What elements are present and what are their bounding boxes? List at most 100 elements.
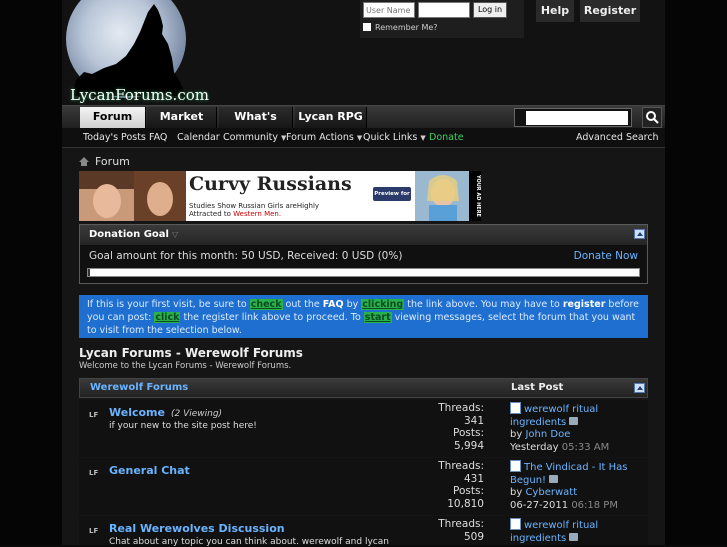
forum-section-name[interactable]: Werewolf Forums [90, 382, 188, 393]
sub-navbar: Today's Posts FAQ Calendar Community ▼ F… [62, 128, 665, 148]
notice-text: the register link above to proceed. To [183, 312, 361, 323]
forum-description: Chat about any topic you can think about… [109, 537, 389, 547]
forum-actions-label: Forum Actions [286, 132, 354, 143]
ad-preview-button[interactable]: Preview for FREE [373, 187, 411, 211]
document-icon [510, 402, 521, 414]
tab-market[interactable]: Market [147, 107, 217, 128]
forum-stats: Threads: 341 Posts: 5,994 [434, 402, 484, 452]
welcome-notice: If this is your first visit, be sure to … [79, 295, 648, 338]
login-button[interactable]: Log in [473, 2, 507, 18]
notice-link-check[interactable]: check [249, 299, 283, 310]
collapse-icon[interactable] [634, 383, 645, 393]
last-post-user-link[interactable]: John Doe [525, 429, 570, 440]
forum-status-icon: LF [89, 527, 99, 535]
page: LycanForums.com Log in Remember Me? Help… [62, 0, 665, 547]
forum-name: Welcome [109, 406, 165, 419]
threads-count: 341 [463, 414, 484, 427]
calendar-link[interactable]: Calendar [177, 132, 220, 143]
forum-actions-menu[interactable]: Forum Actions ▼ [286, 132, 362, 143]
search-input[interactable] [526, 111, 628, 125]
last-post-time: 06:18 PM [571, 499, 618, 511]
faq-link[interactable]: FAQ [149, 132, 167, 143]
threads-label: Threads: [438, 518, 484, 530]
forum-section-header: Werewolf Forums Last Post [79, 378, 648, 398]
forum-name: Real Werewolves Discussion [109, 522, 285, 535]
remember-me[interactable]: Remember Me? [363, 23, 438, 32]
last-post-title[interactable]: werewolf ritual ingredients [510, 404, 598, 428]
tab-forum[interactable]: Forum [80, 107, 146, 128]
last-post: The Vindicad - It Has Begun! by Cyberwat… [510, 460, 645, 512]
posts-count: 5,994 [453, 439, 484, 452]
site-logo[interactable]: LycanForums.com [64, 0, 214, 104]
quick-links-menu[interactable]: Quick Links ▼ [363, 132, 426, 143]
search-icon [646, 111, 659, 124]
forum-title: Lycan Forums - Werewolf Forums [79, 346, 303, 360]
last-post-date: 06-27-2011 [510, 499, 569, 511]
last-post: werewolf ritual ingredients by John Doe … [510, 402, 645, 454]
last-post-header: Last Post [511, 382, 564, 393]
posts-count: 10,810 [447, 497, 484, 510]
chevron-down-icon[interactable]: ▽ [172, 230, 178, 239]
ad-side-label: YOUR AD HERE [469, 171, 481, 221]
notice-faq-link[interactable]: FAQ [323, 299, 344, 310]
forum-row: LF Welcome (2 Viewing) if your new to the… [79, 400, 648, 457]
donation-goal-header: Donation Goal ▽ [80, 225, 647, 245]
notice-link-clicking[interactable]: clicking [361, 299, 405, 310]
login-form: Log in Remember Me? [360, 0, 524, 38]
home-icon[interactable] [79, 157, 89, 166]
viewing-count: (2 Viewing) [170, 409, 223, 419]
password-input[interactable] [418, 2, 470, 18]
notice-link-click[interactable]: click [154, 312, 181, 323]
register-button[interactable]: Register [580, 0, 640, 22]
forum-row: LF General Chat Threads: 431 Posts: 10,8… [79, 458, 648, 515]
header: LycanForums.com Log in Remember Me? Help… [62, 0, 665, 105]
username-input[interactable] [363, 2, 415, 18]
last-post-date: Yesterday [510, 441, 559, 453]
remember-me-checkbox[interactable] [363, 23, 371, 31]
chevron-down-icon: ▼ [420, 134, 426, 142]
forum-status-icon: LF [89, 469, 99, 477]
breadcrumb-forum[interactable]: Forum [95, 155, 130, 168]
notice-register-link[interactable]: register [563, 299, 606, 310]
forum-name: General Chat [109, 464, 190, 477]
ad-headline: Curvy Russians [189, 173, 352, 195]
ad-photo-2 [134, 171, 186, 221]
notice-text: by [346, 299, 359, 310]
donate-link[interactable]: Donate [429, 132, 464, 143]
donation-progress-fill [88, 269, 90, 276]
threads-count: 509 [463, 530, 484, 543]
last-post-title[interactable]: The Vindicad - It Has Begun! [510, 462, 628, 486]
forum-name-link[interactable]: General Chat [109, 464, 190, 477]
help-button[interactable]: Help [536, 0, 574, 22]
quick-links-label: Quick Links [363, 132, 418, 143]
tab-lycan-rpg[interactable]: Lycan RPG [295, 107, 367, 128]
last-post-title[interactable]: werewolf ritual ingredients [510, 520, 598, 544]
community-menu[interactable]: Community ▼ [223, 132, 286, 143]
search-box [514, 108, 632, 127]
notice-link-start[interactable]: start [363, 312, 392, 323]
tab-whats-new[interactable]: What's New? [219, 107, 293, 143]
posts-label: Posts: [453, 427, 484, 439]
forum-subtitle: Welcome to the Lycan Forums - Werewolf F… [79, 361, 292, 371]
posts-label: Posts: [453, 485, 484, 497]
document-icon [510, 460, 521, 472]
search-button[interactable] [642, 107, 662, 128]
forum-name-link[interactable]: Welcome (2 Viewing) [109, 406, 222, 419]
collapse-icon[interactable] [634, 229, 645, 239]
go-to-post-icon[interactable] [549, 474, 559, 483]
breadcrumb: Forum [79, 155, 130, 168]
forum-name-link[interactable]: Real Werewolves Discussion [109, 522, 285, 535]
ad-subline: Studies Show Russian Girls areHighly Att… [189, 202, 339, 218]
go-to-post-icon[interactable] [569, 532, 579, 541]
todays-posts-link[interactable]: Today's Posts [83, 132, 146, 143]
forum-stats: Threads: 431 Posts: 10,810 [434, 460, 484, 510]
go-to-post-icon[interactable] [569, 416, 579, 425]
notice-text: the link above. You may have to [407, 299, 560, 310]
last-post-user-link[interactable]: Cyberwatt [525, 487, 577, 498]
advertisement-banner[interactable]: Curvy Russians Studies Show Russian Girl… [79, 171, 481, 221]
forum-description: if your new to the site post here! [109, 421, 257, 431]
main-navbar: Forum Market What's New? Lycan RPG [62, 105, 665, 143]
right-margin [665, 0, 727, 545]
advanced-search-link[interactable]: Advanced Search [576, 132, 659, 143]
donate-now-link[interactable]: Donate Now [574, 250, 638, 262]
